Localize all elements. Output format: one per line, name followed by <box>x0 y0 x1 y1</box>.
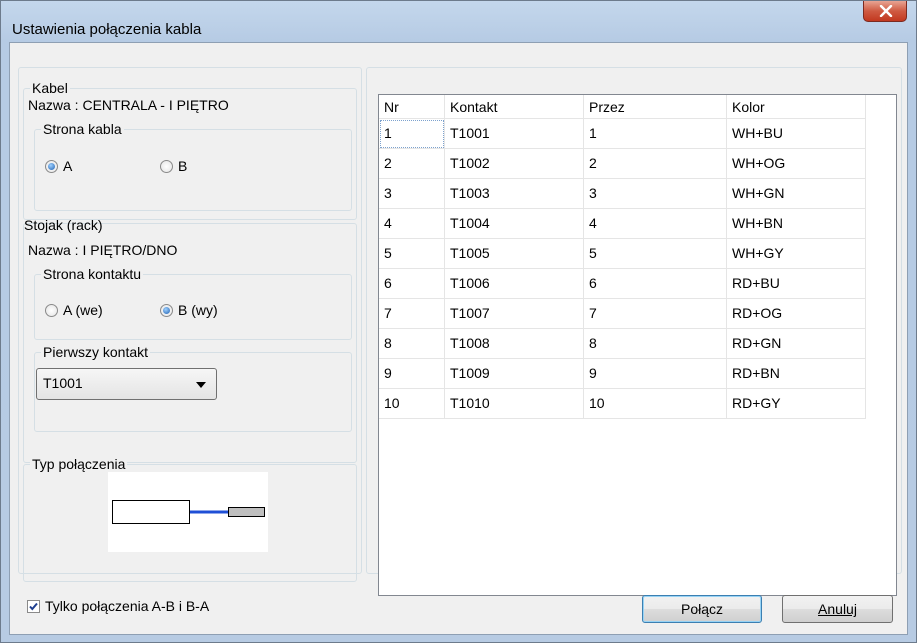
contact-side-b-radio[interactable]: B (wy) <box>160 301 218 319</box>
cell-via[interactable]: 10 <box>584 389 727 419</box>
connection-type-label: Typ połączenia <box>30 455 128 473</box>
first-contact-value: T1001 <box>43 375 83 391</box>
cell-color[interactable]: WH+BN <box>727 209 866 239</box>
cell-contact[interactable]: T1003 <box>445 179 584 209</box>
table-row[interactable]: 10 T1010 10 RD+GY <box>379 389 866 419</box>
table-header: Nr Kontakt Przez Kolor <box>379 95 866 119</box>
cell-via[interactable]: 4 <box>584 209 727 239</box>
cell-nr[interactable]: 3 <box>379 179 445 209</box>
cable-group-label: Kabel <box>30 79 70 97</box>
radio-selected-icon <box>45 159 58 173</box>
cable-group: Kabel Nazwa : CENTRALA - I PIĘTRO Strona… <box>23 79 357 220</box>
cell-contact[interactable]: T1008 <box>445 329 584 359</box>
column-header-via[interactable]: Przez <box>584 95 727 119</box>
cell-contact[interactable]: T1007 <box>445 299 584 329</box>
close-button[interactable] <box>863 1 907 22</box>
cell-nr[interactable]: 7 <box>379 299 445 329</box>
cell-contact[interactable]: T1006 <box>445 269 584 299</box>
cable-side-b-radio[interactable]: B <box>160 157 187 175</box>
table-row[interactable]: 3 T1003 3 WH+GN <box>379 179 866 209</box>
cancel-button[interactable]: Anuluj <box>782 595 893 623</box>
cell-nr[interactable]: 6 <box>379 269 445 299</box>
cell-contact[interactable]: T1009 <box>445 359 584 389</box>
cable-side-a-label: A <box>63 158 73 174</box>
cell-color[interactable]: RD+OG <box>727 299 866 329</box>
cell-via[interactable]: 5 <box>584 239 727 269</box>
cell-via[interactable]: 8 <box>584 329 727 359</box>
title-bar[interactable]: Ustawienia połączenia kabla <box>1 1 916 41</box>
cell-contact[interactable]: T1002 <box>445 149 584 179</box>
connection-diagram <box>108 472 268 552</box>
cell-color[interactable]: RD+BN <box>727 359 866 389</box>
ab-only-checkbox[interactable]: Tylko połączenia A-B i B-A <box>27 597 209 615</box>
cancel-button-label: Anuluj <box>818 601 857 617</box>
cell-nr[interactable]: 2 <box>379 149 445 179</box>
table-row[interactable]: 7 T1007 7 RD+OG <box>379 299 866 329</box>
cell-color[interactable]: WH+OG <box>727 149 866 179</box>
table-row[interactable]: 9 T1009 9 RD+BN <box>379 359 866 389</box>
dialog-window: Ustawienia połączenia kabla Kabel Nazwa … <box>0 0 917 643</box>
cell-contact[interactable]: T1004 <box>445 209 584 239</box>
table-row[interactable]: 2 T1002 2 WH+OG <box>379 149 866 179</box>
contact-side-a-radio[interactable]: A (we) <box>45 301 103 319</box>
table-row[interactable]: 8 T1008 8 RD+GN <box>379 329 866 359</box>
column-header-nr[interactable]: Nr <box>379 95 445 119</box>
cable-side-group: Strona kabla A B <box>34 120 352 211</box>
cell-color[interactable]: RD+BU <box>727 269 866 299</box>
cell-color[interactable]: WH+BU <box>727 119 866 149</box>
column-header-contact[interactable]: Kontakt <box>445 95 584 119</box>
cell-nr[interactable]: 5 <box>379 239 445 269</box>
cell-via[interactable]: 3 <box>584 179 727 209</box>
cable-connection-icon <box>112 500 265 524</box>
cell-color[interactable]: RD+GY <box>727 389 866 419</box>
rack-name: Nazwa : I PIĘTRO/DNO <box>28 242 178 258</box>
cell-nr[interactable]: 9 <box>379 359 445 389</box>
cell-nr[interactable]: 4 <box>379 209 445 239</box>
table-row[interactable]: 6 T1006 6 RD+BU <box>379 269 866 299</box>
table-row[interactable]: 4 T1004 4 WH+BN <box>379 209 866 239</box>
column-header-color[interactable]: Kolor <box>727 95 866 119</box>
cable-side-group-label: Strona kabla <box>41 120 124 138</box>
cable-side-a-radio[interactable]: A <box>45 157 72 175</box>
cell-contact[interactable]: T1001 <box>445 119 584 149</box>
cell-via[interactable]: 6 <box>584 269 727 299</box>
cell-via[interactable]: 9 <box>584 359 727 389</box>
cell-nr[interactable]: 1 <box>379 119 445 149</box>
dialog-client-area: Kabel Nazwa : CENTRALA - I PIĘTRO Strona… <box>9 42 908 635</box>
cell-via[interactable]: 1 <box>584 119 727 149</box>
first-contact-group-label: Pierwszy kontakt <box>41 343 151 361</box>
contact-side-a-label: A (we) <box>63 302 103 318</box>
table-row[interactable]: 1 T1001 1 WH+BU <box>379 119 866 149</box>
cell-contact[interactable]: T1010 <box>445 389 584 419</box>
cell-color[interactable]: WH+GY <box>727 239 866 269</box>
cell-via[interactable]: 2 <box>584 149 727 179</box>
ab-only-label: Tylko połączenia A-B i B-A <box>45 598 210 614</box>
cell-color[interactable]: WH+GN <box>727 179 866 209</box>
connect-button[interactable]: Połącz <box>642 595 762 623</box>
radio-unselected-icon <box>160 159 173 173</box>
radio-selected-icon <box>160 303 173 317</box>
cell-contact[interactable]: T1005 <box>445 239 584 269</box>
cell-via[interactable]: 7 <box>584 299 727 329</box>
cable-name: Nazwa : CENTRALA - I PIĘTRO <box>28 97 229 113</box>
close-icon <box>879 5 893 17</box>
rack-group: Stojak (rack) Nazwa : I PIĘTRO/DNO Stron… <box>23 217 357 463</box>
cell-nr[interactable]: 8 <box>379 329 445 359</box>
contact-side-b-label: B (wy) <box>178 302 218 318</box>
contact-side-group: Strona kontaktu A (we) B (wy) <box>34 265 352 340</box>
checkmark-icon <box>29 602 38 611</box>
first-contact-select[interactable]: T1001 <box>36 368 217 400</box>
checkbox-box <box>27 599 40 613</box>
window-title: Ustawienia połączenia kabla <box>12 21 202 38</box>
table-body: 1 T1001 1 WH+BU 2 T1002 2 WH+OG 3 T1003 3 WH+GN 4 T10… <box>379 119 866 419</box>
table-row[interactable]: 5 T1005 5 WH+GY <box>379 239 866 269</box>
cell-color[interactable]: RD+GN <box>727 329 866 359</box>
cable-side-b-label: B <box>178 158 188 174</box>
chevron-down-icon <box>196 382 206 388</box>
cell-nr[interactable]: 10 <box>379 389 445 419</box>
contacts-table[interactable]: Nr Kontakt Przez Kolor 1 T1001 1 WH+BU 2 T100… <box>378 94 897 596</box>
radio-unselected-icon <box>45 303 58 317</box>
contact-side-group-label: Strona kontaktu <box>41 265 144 283</box>
rack-group-label: Stojak (rack) <box>24 217 103 233</box>
